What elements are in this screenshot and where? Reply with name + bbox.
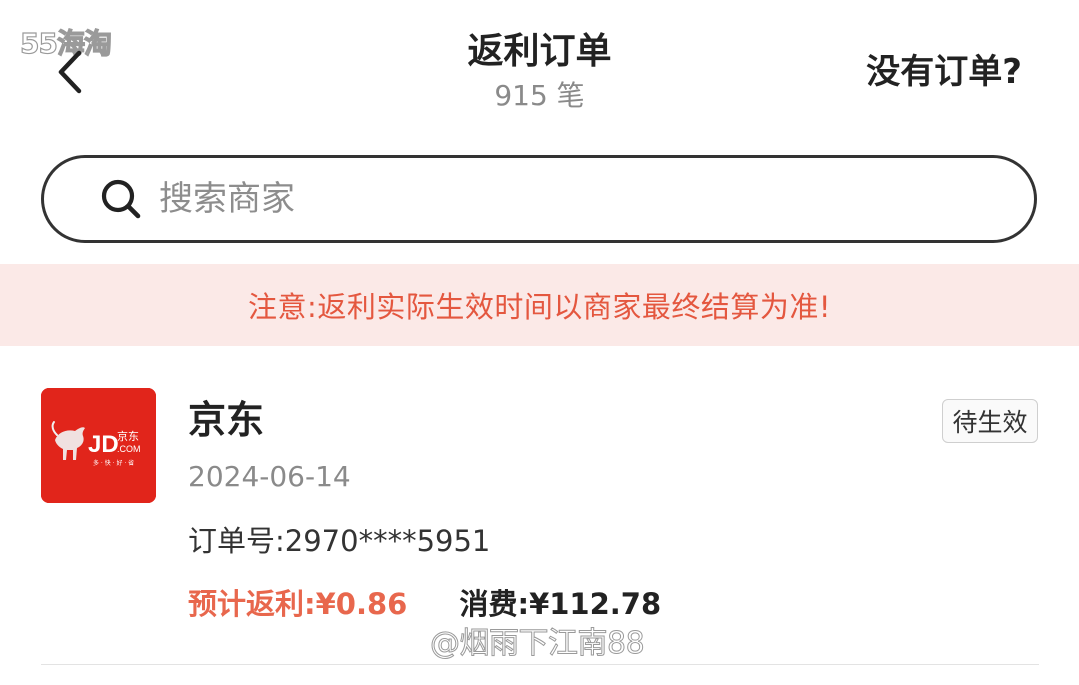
merchant-logo: JD 京东 .COM 多 · 快 · 好 · 省 xyxy=(41,388,156,503)
rebate-label: 预计返利: xyxy=(188,587,316,621)
order-number-row: 订单号:2970****5951 xyxy=(188,521,490,561)
order-date: 2024-06-14 xyxy=(188,460,351,493)
jd-dog-logo-icon: JD 京东 .COM 多 · 快 · 好 · 省 xyxy=(41,388,156,503)
search-input[interactable] xyxy=(157,178,941,220)
watermark-bottom: @烟雨下江南88 xyxy=(429,626,645,662)
jd-brand-text: JD xyxy=(88,431,119,458)
search-icon xyxy=(99,177,143,221)
rebate-value: ¥0.86 xyxy=(315,587,408,621)
merchant-name: 京东 xyxy=(188,398,265,442)
notice-bar: 注意:返利实际生效时间以商家最终结算为准! xyxy=(0,264,1079,346)
rebate-orders-page: 55海淘 返利订单 915 笔 没有订单? 注意:返利实际生效时间以商家最终结算… xyxy=(0,0,1079,685)
notice-text: 注意:返利实际生效时间以商家最终结算为准! xyxy=(248,290,831,324)
jd-brand-cn: 京东 xyxy=(117,429,139,443)
spend-value: ¥112.78 xyxy=(529,587,662,621)
jd-brand-dot: .COM xyxy=(117,444,141,454)
order-number-label: 订单号: xyxy=(188,524,285,558)
status-badge: 待生效 xyxy=(942,399,1038,443)
order-number-value: 2970****5951 xyxy=(284,524,491,558)
divider xyxy=(41,664,1039,665)
jd-slogan: 多 · 快 · 好 · 省 xyxy=(93,459,134,467)
spend-label: 消费: xyxy=(459,587,530,621)
search-box[interactable] xyxy=(41,155,1037,243)
no-order-link[interactable]: 没有订单? xyxy=(866,48,1022,96)
